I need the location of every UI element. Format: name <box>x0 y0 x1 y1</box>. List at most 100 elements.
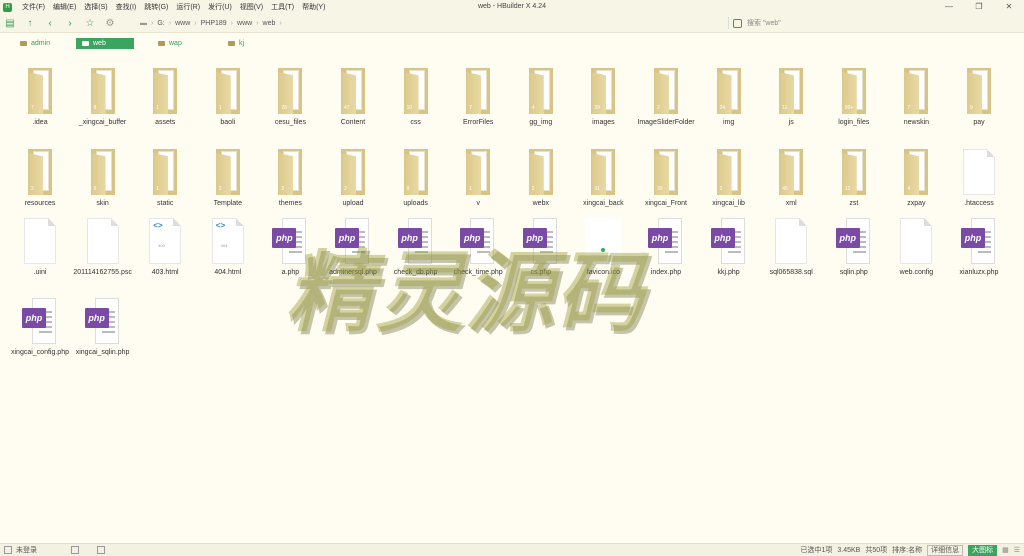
icon-view-button[interactable]: 大图标 <box>968 544 998 556</box>
file-item[interactable]: 2 themes <box>259 149 321 208</box>
file-item[interactable]: php index.php <box>635 218 697 277</box>
file-item[interactable]: sql065838.sql <box>760 218 822 277</box>
file-item[interactable]: 99+ login_files <box>823 68 885 127</box>
file-item[interactable]: 24 img <box>698 68 760 127</box>
file-item[interactable]: php cs.php <box>510 218 572 277</box>
minimize-icon[interactable]: — <box>934 0 964 14</box>
sort-mode[interactable]: 排序:名称 <box>892 545 922 555</box>
file-item[interactable]: 2 Template <box>197 149 259 208</box>
menu-bar: H 文件(F) 编辑(E) 选择(S) 查找(I) 跳转(G) 运行(R) 发行… <box>0 0 1024 14</box>
detail-view-button[interactable]: 详细信息 <box>927 544 964 556</box>
menu-view[interactable]: 视图(V) <box>236 2 267 12</box>
file-item[interactable]: 47 Content <box>322 68 384 127</box>
file-name: v <box>476 200 480 207</box>
quick-tab-web[interactable]: web <box>76 38 134 49</box>
file-item[interactable]: php a.php <box>259 218 321 277</box>
file-item[interactable]: <> 403 403.html <box>134 218 196 277</box>
file-item[interactable]: php sqlin.php <box>823 218 885 277</box>
folder-icon: 31 <box>591 149 616 195</box>
php-file-icon: php <box>522 218 559 264</box>
file-item[interactable]: favicon.ico <box>572 218 634 277</box>
new-file-icon[interactable]: ▤ <box>0 18 20 29</box>
up-arrow-icon[interactable]: ↑ <box>20 18 40 29</box>
file-item[interactable]: 1 baoli <box>197 68 259 127</box>
file-item[interactable]: 7 .idea <box>9 68 71 127</box>
file-item[interactable]: php check_db.php <box>385 218 447 277</box>
file-item[interactable]: 33 xingcai_Front <box>635 149 697 208</box>
maximize-icon[interactable]: ❐ <box>964 0 994 14</box>
file-item[interactable]: 12 zst <box>823 149 885 208</box>
breadcrumb-item[interactable]: PHP189 <box>201 20 227 27</box>
search-input[interactable]: 搜索 "web" <box>728 17 1013 29</box>
breadcrumb-item[interactable]: web <box>263 20 276 27</box>
file-item[interactable]: 11 js <box>760 68 822 127</box>
file-item[interactable]: web.config <box>885 218 947 277</box>
menu-select[interactable]: 选择(S) <box>80 2 111 12</box>
folder-count: 1 <box>218 105 222 111</box>
php-file-icon: php <box>648 218 684 264</box>
file-item[interactable]: php kkj.php <box>698 218 760 277</box>
file-item[interactable]: <> 404 404.html <box>197 218 259 277</box>
file-item[interactable]: 31 xingcai_back <box>572 149 634 208</box>
file-item[interactable]: 2 upload <box>322 149 384 208</box>
file-name: xml <box>785 200 797 207</box>
quick-tab-admin[interactable]: admin <box>14 38 72 49</box>
favorite-star-icon[interactable]: ☆ <box>80 18 100 29</box>
close-icon[interactable]: ✕ <box>994 0 1024 14</box>
panel-icon[interactable] <box>97 546 105 554</box>
breadcrumb-item[interactable]: www <box>237 20 252 27</box>
file-item[interactable]: php check_time.php <box>447 218 509 277</box>
file-item[interactable]: 8 _xingcai_buffer <box>72 68 134 127</box>
menu-help[interactable]: 帮助(Y) <box>298 2 329 12</box>
file-item[interactable]: 8 uploads <box>385 149 447 208</box>
file-size: 3.45KB <box>837 546 861 554</box>
hbuilder-logo-icon: H <box>3 2 12 12</box>
file-item[interactable]: 1 assets <box>134 68 196 127</box>
grid-view-icon[interactable]: ▦ <box>1002 546 1009 554</box>
breadcrumb-item[interactable]: G: <box>157 20 164 27</box>
file-name: web.config <box>899 269 934 276</box>
file-item[interactable]: 7 ErrorFiles <box>447 68 509 127</box>
file-item[interactable]: 10 css <box>385 68 447 127</box>
menu-file[interactable]: 文件(F) <box>18 2 49 12</box>
menu-find[interactable]: 查找(I) <box>112 2 141 12</box>
file-item[interactable]: php xianluzx.php <box>948 218 1010 277</box>
file-item[interactable]: 2 resources <box>9 149 71 208</box>
file-item[interactable]: .htaccess <box>948 149 1010 208</box>
settings-icon[interactable]: ⚙ <box>100 18 120 29</box>
file-item[interactable]: 4 gg_img <box>510 68 572 127</box>
quick-tab-wap[interactable]: wap <box>152 38 210 49</box>
file-item[interactable]: php adminersql.php <box>322 218 384 277</box>
file-item[interactable]: 2 ImageSliderFolder <box>635 68 697 127</box>
file-item[interactable]: 9 pay <box>948 68 1010 127</box>
list-view-icon[interactable]: ☰ <box>1014 546 1020 554</box>
menu-run[interactable]: 运行(R) <box>172 2 204 12</box>
file-item[interactable]: 39 images <box>572 68 634 127</box>
file-name: pay <box>973 119 985 126</box>
login-status[interactable]: 未登录 <box>16 545 37 555</box>
user-icon[interactable] <box>4 546 12 554</box>
breadcrumb-item[interactable]: www <box>175 20 190 27</box>
menu-edit[interactable]: 编辑(E) <box>49 2 80 12</box>
file-item[interactable]: 28 cesu_files <box>259 68 321 127</box>
menu-publish[interactable]: 发行(U) <box>204 2 236 12</box>
search-placeholder: 搜索 "web" <box>747 20 781 27</box>
file-item[interactable]: 6 skin <box>72 149 134 208</box>
back-icon[interactable]: ‹ <box>40 18 60 29</box>
file-item[interactable]: .uini <box>9 218 71 277</box>
file-item[interactable]: 1v <box>447 149 509 208</box>
menu-tools[interactable]: 工具(T) <box>267 2 298 12</box>
file-item[interactable]: 2 xingcai_lib <box>698 149 760 208</box>
forward-icon[interactable]: › <box>60 18 80 29</box>
file-item[interactable]: php xingcai_sqlin.php <box>72 298 134 357</box>
file-item[interactable]: 2 webx <box>510 149 572 208</box>
file-item[interactable]: 1 static <box>134 149 196 208</box>
file-item[interactable]: 7 newskin <box>885 68 947 127</box>
file-item[interactable]: php xingcai_config.php <box>9 298 71 357</box>
file-item[interactable]: 201114162755.psc <box>72 218 134 277</box>
file-item[interactable]: 4 zxpay <box>885 149 947 208</box>
file-item[interactable]: 45 xml <box>760 149 822 208</box>
quick-tab-kj[interactable]: kj <box>222 38 280 49</box>
console-icon[interactable] <box>71 546 79 554</box>
menu-goto[interactable]: 跳转(G) <box>140 2 172 12</box>
